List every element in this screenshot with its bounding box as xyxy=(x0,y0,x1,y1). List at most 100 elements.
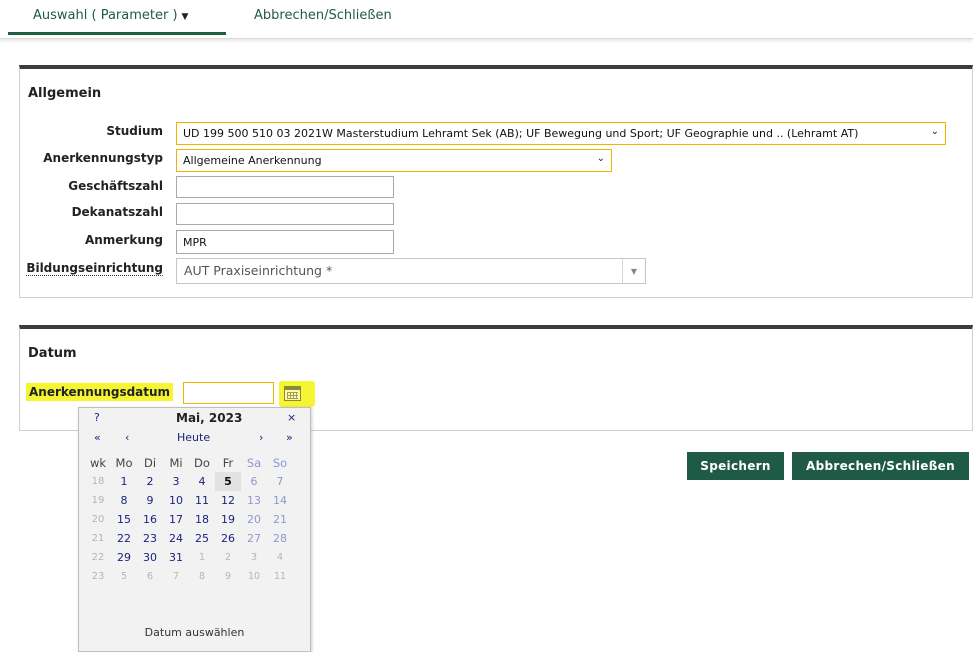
calendar-day[interactable]: 20 xyxy=(241,510,267,529)
calendar-day[interactable]: 11 xyxy=(267,567,293,586)
calendar-day[interactable]: 24 xyxy=(163,529,189,548)
calendar-today-button[interactable]: Heute xyxy=(177,431,210,444)
geschaeftszahl-label: Geschäftszahl xyxy=(68,179,163,193)
nav-selection-menu[interactable]: Auswahl ( Parameter ) ▼ xyxy=(33,8,188,23)
calendar-day[interactable]: 8 xyxy=(189,567,215,586)
week-number: 23 xyxy=(91,571,105,582)
week-number: 19 xyxy=(91,495,105,506)
calendar-day[interactable]: 10 xyxy=(163,491,189,510)
chevron-down-icon: ⌄ xyxy=(930,126,939,137)
anerkennungsdatum-input[interactable] xyxy=(183,382,274,404)
calendar-day[interactable]: 27 xyxy=(241,529,267,548)
studium-value: UD 199 500 510 03 2021W Masterstudium Le… xyxy=(183,127,859,140)
weekday-header: Mo xyxy=(115,456,133,470)
calendar-prev-month-button[interactable]: ‹ xyxy=(125,431,129,444)
calendar-close-icon[interactable]: × xyxy=(287,411,296,424)
calendar-month-year: Mai, 2023 xyxy=(176,411,243,425)
calendar-week-row: 21 22 23 24 25 26 27 28 xyxy=(85,529,293,548)
calendar-day[interactable]: 22 xyxy=(111,529,137,548)
calendar-day[interactable]: 5 xyxy=(111,567,137,586)
calendar-day[interactable]: 1 xyxy=(189,548,215,567)
anmerkung-input[interactable]: MPR xyxy=(176,230,394,254)
nav-cancel-link[interactable]: Abbrechen/Schließen xyxy=(254,8,392,23)
calendar-day[interactable]: 7 xyxy=(267,472,293,491)
calendar-next-month-button[interactable]: › xyxy=(259,431,263,444)
weekday-header: wk xyxy=(89,456,107,470)
calendar-day[interactable]: 9 xyxy=(137,491,163,510)
geschaeftszahl-input[interactable] xyxy=(176,176,394,198)
calendar-grid: wk Mo Di Mi Do Fr Sa So 18 1 2 3 4 5 6 7 19 8 9 10 1… xyxy=(85,454,293,586)
calendar-day[interactable]: 15 xyxy=(111,510,137,529)
calendar-day[interactable]: 10 xyxy=(241,567,267,586)
calendar-day[interactable]: 2 xyxy=(215,548,241,567)
calendar-week-row: 22 29 30 31 1 2 3 4 xyxy=(85,548,293,567)
calendar-day[interactable]: 29 xyxy=(111,548,137,567)
section-title-allgemein: Allgemein xyxy=(28,86,102,101)
calendar-day[interactable]: 31 xyxy=(163,548,189,567)
calendar-day[interactable]: 19 xyxy=(215,510,241,529)
anerkennungstyp-value: Allgemeine Anerkennung xyxy=(183,154,322,167)
calendar-day[interactable]: 30 xyxy=(137,548,163,567)
calendar-day[interactable]: 21 xyxy=(267,510,293,529)
calendar-day[interactable]: 18 xyxy=(189,510,215,529)
calendar-day[interactable]: 7 xyxy=(163,567,189,586)
calendar-day[interactable]: 23 xyxy=(137,529,163,548)
nav-selection-label: Auswahl ( Parameter ) xyxy=(33,8,178,23)
anerkennungstyp-select[interactable]: Allgemeine Anerkennung ⌄ xyxy=(176,149,612,172)
weekday-header: Mi xyxy=(169,456,183,470)
calendar-help-button[interactable]: ? xyxy=(94,411,100,424)
calendar-day[interactable]: 9 xyxy=(215,567,241,586)
chevron-down-icon: ⌄ xyxy=(596,153,605,164)
weekday-header: Di xyxy=(143,456,157,470)
calendar-day[interactable]: 6 xyxy=(137,567,163,586)
calendar-day[interactable]: 13 xyxy=(241,491,267,510)
calendar-day[interactable]: 3 xyxy=(241,548,267,567)
calendar-day[interactable]: 11 xyxy=(189,491,215,510)
anerkennungsdatum-label: Anerkennungsdatum xyxy=(26,383,174,401)
bildungseinrichtung-select[interactable]: AUT Praxiseinrichtung * ▼ xyxy=(176,258,646,284)
save-button[interactable]: Speichern xyxy=(687,452,784,480)
calendar-day[interactable]: 8 xyxy=(111,491,137,510)
calendar-day[interactable]: 16 xyxy=(137,510,163,529)
bildungseinrichtung-value: AUT Praxiseinrichtung * xyxy=(184,263,333,278)
anmerkung-value: MPR xyxy=(183,236,207,249)
calendar-day[interactable]: 12 xyxy=(215,491,241,510)
section-title-datum: Datum xyxy=(28,346,77,361)
weekday-header: So xyxy=(272,456,288,470)
calendar-prev-year-button[interactable]: « xyxy=(94,431,101,444)
studium-select[interactable]: UD 199 500 510 03 2021W Masterstudium Le… xyxy=(176,122,946,145)
anmerkung-label: Anmerkung xyxy=(84,233,163,247)
calendar-next-year-button[interactable]: » xyxy=(286,431,293,444)
calendar-day[interactable]: 28 xyxy=(267,529,293,548)
calendar-day[interactable]: 14 xyxy=(267,491,293,510)
dekanatszahl-label: Dekanatszahl xyxy=(71,205,163,219)
calendar-day[interactable]: 25 xyxy=(189,529,215,548)
calendar-icon xyxy=(284,386,301,401)
week-number: 18 xyxy=(91,476,105,487)
calendar-day[interactable]: 3 xyxy=(163,472,189,491)
calendar-day[interactable]: 4 xyxy=(267,548,293,567)
calendar-day[interactable]: 17 xyxy=(163,510,189,529)
calendar-day[interactable]: 4 xyxy=(189,472,215,491)
cancel-close-button[interactable]: Abbrechen/Schließen xyxy=(792,452,969,480)
calendar-week-row: 19 8 9 10 11 12 13 14 xyxy=(85,491,293,510)
calendar-day[interactable]: 6 xyxy=(241,472,267,491)
calendar-footer: Datum auswählen xyxy=(144,626,245,639)
calendar-day[interactable]: 1 xyxy=(111,472,137,491)
dekanatszahl-input[interactable] xyxy=(176,203,394,225)
dropdown-arrow-icon: ▼ xyxy=(622,259,645,283)
calendar-day[interactable]: 2 xyxy=(137,472,163,491)
calendar-day[interactable]: 5 xyxy=(215,472,241,491)
calendar-button[interactable] xyxy=(279,381,315,407)
week-number: 22 xyxy=(91,552,105,563)
date-picker-popup: ? Mai, 2023 × « ‹ Heute › » wk Mo Di Mi … xyxy=(78,407,311,652)
calendar-day[interactable]: 26 xyxy=(215,529,241,548)
anerkennungstyp-label: Anerkennungstyp xyxy=(43,151,163,165)
studium-label: Studium xyxy=(106,124,163,138)
weekday-header: Fr xyxy=(222,456,234,470)
calendar-week-row: 20 15 16 17 18 19 20 21 xyxy=(85,510,293,529)
weekday-header: Sa xyxy=(246,456,262,470)
bildungseinrichtung-label[interactable]: Bildungseinrichtung xyxy=(26,261,163,276)
calendar-week-row: 18 1 2 3 4 5 6 7 xyxy=(85,472,293,491)
active-tab-indicator xyxy=(8,32,226,35)
